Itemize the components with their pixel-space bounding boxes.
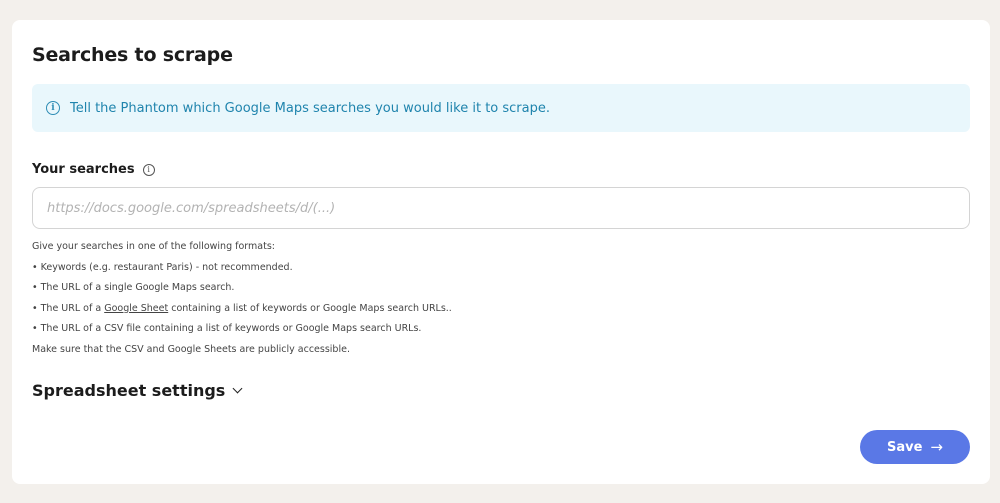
help-item-google-sheet-suffix: containing a list of keywords or Google … bbox=[168, 302, 452, 314]
searches-input[interactable] bbox=[32, 187, 970, 229]
info-circle-icon: i bbox=[46, 101, 60, 115]
section-title: Searches to scrape bbox=[32, 44, 233, 66]
help-item-single-url: • The URL of a single Google Maps search… bbox=[32, 282, 235, 293]
info-banner: i Tell the Phantom which Google Maps sea… bbox=[32, 84, 970, 132]
help-item-csv: • The URL of a CSV file containing a lis… bbox=[32, 323, 422, 334]
google-sheet-link[interactable]: Google Sheet bbox=[104, 303, 168, 314]
spreadsheet-settings-toggle[interactable]: Spreadsheet settings bbox=[32, 381, 243, 400]
searches-label: Your searches bbox=[32, 162, 135, 177]
help-note: Make sure that the CSV and Google Sheets… bbox=[32, 343, 350, 355]
searches-label-row: Your searches i bbox=[32, 162, 155, 177]
save-button-label: Save bbox=[886, 439, 923, 455]
help-item-keywords: • Keywords (e.g. restaurant Paris) - not… bbox=[32, 261, 293, 273]
chevron-down-icon bbox=[232, 383, 243, 394]
info-banner-text: Tell the Phantom which Google Maps searc… bbox=[70, 100, 550, 116]
spreadsheet-settings-label: Spreadsheet settings bbox=[32, 381, 226, 400]
save-button[interactable]: Save → bbox=[860, 430, 970, 464]
arrow-right-icon: → bbox=[930, 438, 943, 456]
searches-help-text: Give your searches in one of the followi… bbox=[32, 237, 452, 360]
help-intro: Give your searches in one of the followi… bbox=[32, 241, 275, 252]
searches-card: Searches to scrape i Tell the Phantom wh… bbox=[12, 20, 990, 484]
info-circle-icon[interactable]: i bbox=[142, 163, 155, 176]
help-item-google-sheet-prefix: • The URL of a bbox=[32, 302, 105, 314]
help-item-google-sheet: • The URL of a Google Sheet containing a… bbox=[32, 299, 452, 320]
